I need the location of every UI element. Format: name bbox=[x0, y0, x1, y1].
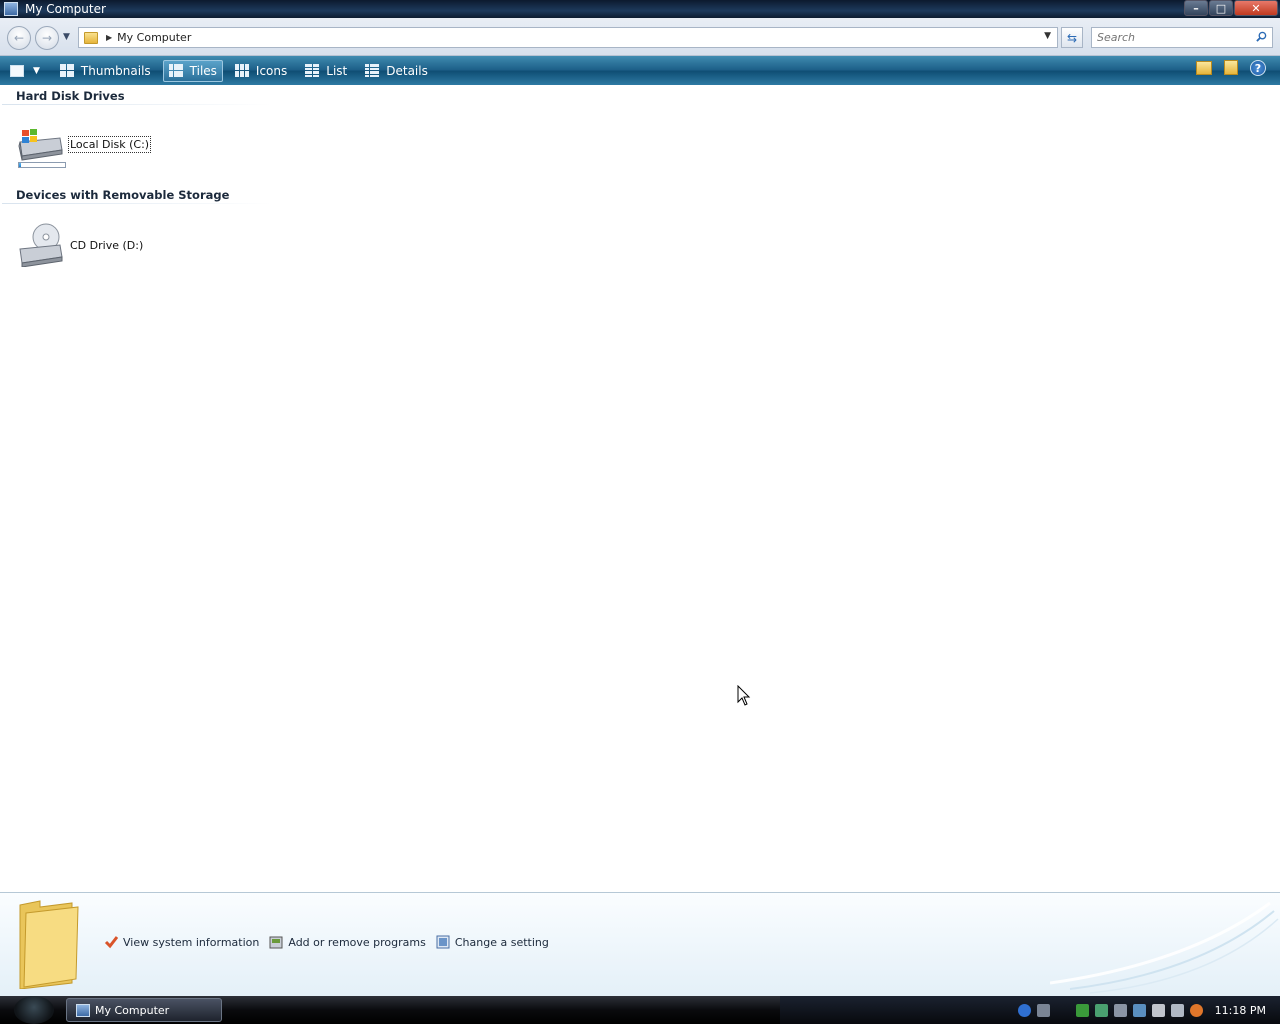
views-dropdown[interactable]: ▼ bbox=[33, 66, 40, 76]
group-header-removable-storage[interactable]: Devices with Removable Storage bbox=[16, 188, 229, 202]
hard-disk-icon bbox=[18, 129, 63, 161]
details-label: Details bbox=[386, 63, 428, 78]
drive-cd-d[interactable]: CD Drive (D:) bbox=[16, 223, 143, 267]
help-icon[interactable]: ? bbox=[1250, 60, 1266, 76]
taskbar: My Computer 11:18 PM bbox=[0, 996, 1280, 1024]
drive-label-c: Local Disk (C:) bbox=[67, 135, 152, 153]
start-button[interactable] bbox=[14, 996, 54, 1024]
thumbnails-icon bbox=[59, 64, 74, 77]
help-tray-icon[interactable] bbox=[1017, 1003, 1031, 1017]
breadcrumb-my-computer[interactable]: My Computer bbox=[117, 31, 191, 44]
clock[interactable]: 11:18 PM bbox=[1215, 1004, 1266, 1017]
back-arrow-icon: ← bbox=[13, 31, 25, 45]
details-icon bbox=[365, 64, 380, 77]
toolbar-right: ? bbox=[1196, 60, 1280, 76]
group-divider bbox=[2, 203, 272, 204]
network-icon[interactable] bbox=[1075, 1003, 1089, 1017]
folder-options-icon[interactable] bbox=[1224, 60, 1238, 75]
disk-usage-fill bbox=[19, 163, 22, 167]
details-button[interactable]: Details bbox=[359, 60, 434, 82]
views-icon[interactable] bbox=[10, 64, 24, 77]
computer-icon bbox=[76, 1003, 90, 1017]
task-change-setting[interactable]: Change a setting bbox=[436, 935, 549, 949]
cd-drive-icon bbox=[19, 223, 63, 267]
search-icon[interactable] bbox=[1256, 31, 1267, 42]
window-switch-icon[interactable] bbox=[1036, 1003, 1050, 1017]
file-view[interactable]: Hard Disk Drives Local Disk (C:) Devices… bbox=[2, 86, 1278, 892]
task-view-system-information[interactable]: View system information bbox=[104, 935, 259, 949]
minimize-button[interactable]: – bbox=[1184, 0, 1208, 16]
folder-icon bbox=[84, 31, 98, 44]
toolbar: ▼ Thumbnails Tiles Icons List Details ? bbox=[0, 56, 1280, 85]
taskbar-button-label: My Computer bbox=[95, 1003, 170, 1017]
task-label: Change a setting bbox=[454, 935, 549, 949]
settings-icon bbox=[436, 935, 450, 949]
explorer-window: My Computer – □ ✕ ← → ▼ ▶ My Computer ▼ … bbox=[0, 0, 1280, 996]
breadcrumb-arrow-icon[interactable]: ▶ bbox=[106, 33, 112, 42]
window-controls: – □ ✕ bbox=[1184, 0, 1278, 16]
icons-button[interactable]: Icons bbox=[229, 60, 293, 82]
refresh-icon: ⇆ bbox=[1066, 30, 1078, 45]
address-row: ← → ▼ ▶ My Computer ▼ ⇆ bbox=[0, 18, 1280, 56]
programs-icon bbox=[269, 936, 283, 949]
forward-arrow-icon: → bbox=[41, 31, 53, 45]
group-divider bbox=[2, 104, 272, 105]
decorative-swoosh bbox=[1050, 901, 1279, 994]
list-icon bbox=[305, 64, 320, 77]
window-title: My Computer bbox=[25, 2, 106, 16]
disk-usage-bar bbox=[18, 162, 66, 168]
task-add-remove-programs[interactable]: Add or remove programs bbox=[269, 935, 426, 949]
drive-label-d: CD Drive (D:) bbox=[70, 238, 144, 252]
list-button[interactable]: List bbox=[299, 60, 353, 82]
address-bar[interactable]: ▶ My Computer ▼ bbox=[78, 27, 1058, 48]
device-icon[interactable] bbox=[1132, 1003, 1146, 1017]
task-label: Add or remove programs bbox=[288, 935, 426, 949]
refresh-button[interactable]: ⇆ bbox=[1061, 27, 1083, 48]
tiles-icon bbox=[168, 64, 183, 77]
details-pane: View system information Add or remove pr… bbox=[0, 892, 1280, 996]
thumbnails-button[interactable]: Thumbnails bbox=[54, 60, 157, 82]
back-button[interactable]: ← bbox=[7, 26, 31, 50]
checkmark-icon bbox=[104, 936, 118, 949]
close-button[interactable]: ✕ bbox=[1234, 0, 1278, 16]
list-label: List bbox=[326, 63, 348, 78]
forward-button[interactable]: → bbox=[35, 26, 59, 50]
folder-icon bbox=[19, 900, 79, 989]
search-tray-icon[interactable] bbox=[1189, 1003, 1203, 1017]
display-icon[interactable] bbox=[1113, 1003, 1127, 1017]
network-status-icon[interactable] bbox=[1094, 1003, 1108, 1017]
language-icon[interactable] bbox=[1170, 1003, 1184, 1017]
icons-label: Icons bbox=[255, 63, 288, 78]
computer-icon bbox=[4, 2, 18, 16]
title-bar[interactable]: My Computer – □ ✕ bbox=[0, 0, 1280, 18]
search-box[interactable] bbox=[1091, 27, 1273, 48]
recent-pages-dropdown[interactable]: ▼ bbox=[63, 32, 70, 42]
task-links: View system information Add or remove pr… bbox=[104, 935, 549, 949]
drive-local-disk-c[interactable]: Local Disk (C:) bbox=[16, 126, 152, 162]
maximize-button[interactable]: □ bbox=[1209, 0, 1233, 16]
search-input[interactable] bbox=[1097, 31, 1252, 44]
new-folder-icon[interactable] bbox=[1196, 61, 1212, 75]
system-tray: 11:18 PM bbox=[780, 996, 1280, 1024]
tiles-button[interactable]: Tiles bbox=[162, 59, 223, 82]
icons-view-icon bbox=[234, 64, 249, 77]
taskbar-button-my-computer[interactable]: My Computer bbox=[66, 998, 222, 1022]
mouse-cursor-icon bbox=[737, 685, 751, 706]
tiles-label: Tiles bbox=[189, 63, 217, 78]
thumbnails-label: Thumbnails bbox=[80, 63, 151, 78]
volume-icon[interactable] bbox=[1151, 1003, 1165, 1017]
address-dropdown[interactable]: ▼ bbox=[1044, 31, 1051, 41]
task-label: View system information bbox=[123, 935, 260, 949]
group-header-hard-disk-drives[interactable]: Hard Disk Drives bbox=[16, 89, 125, 103]
